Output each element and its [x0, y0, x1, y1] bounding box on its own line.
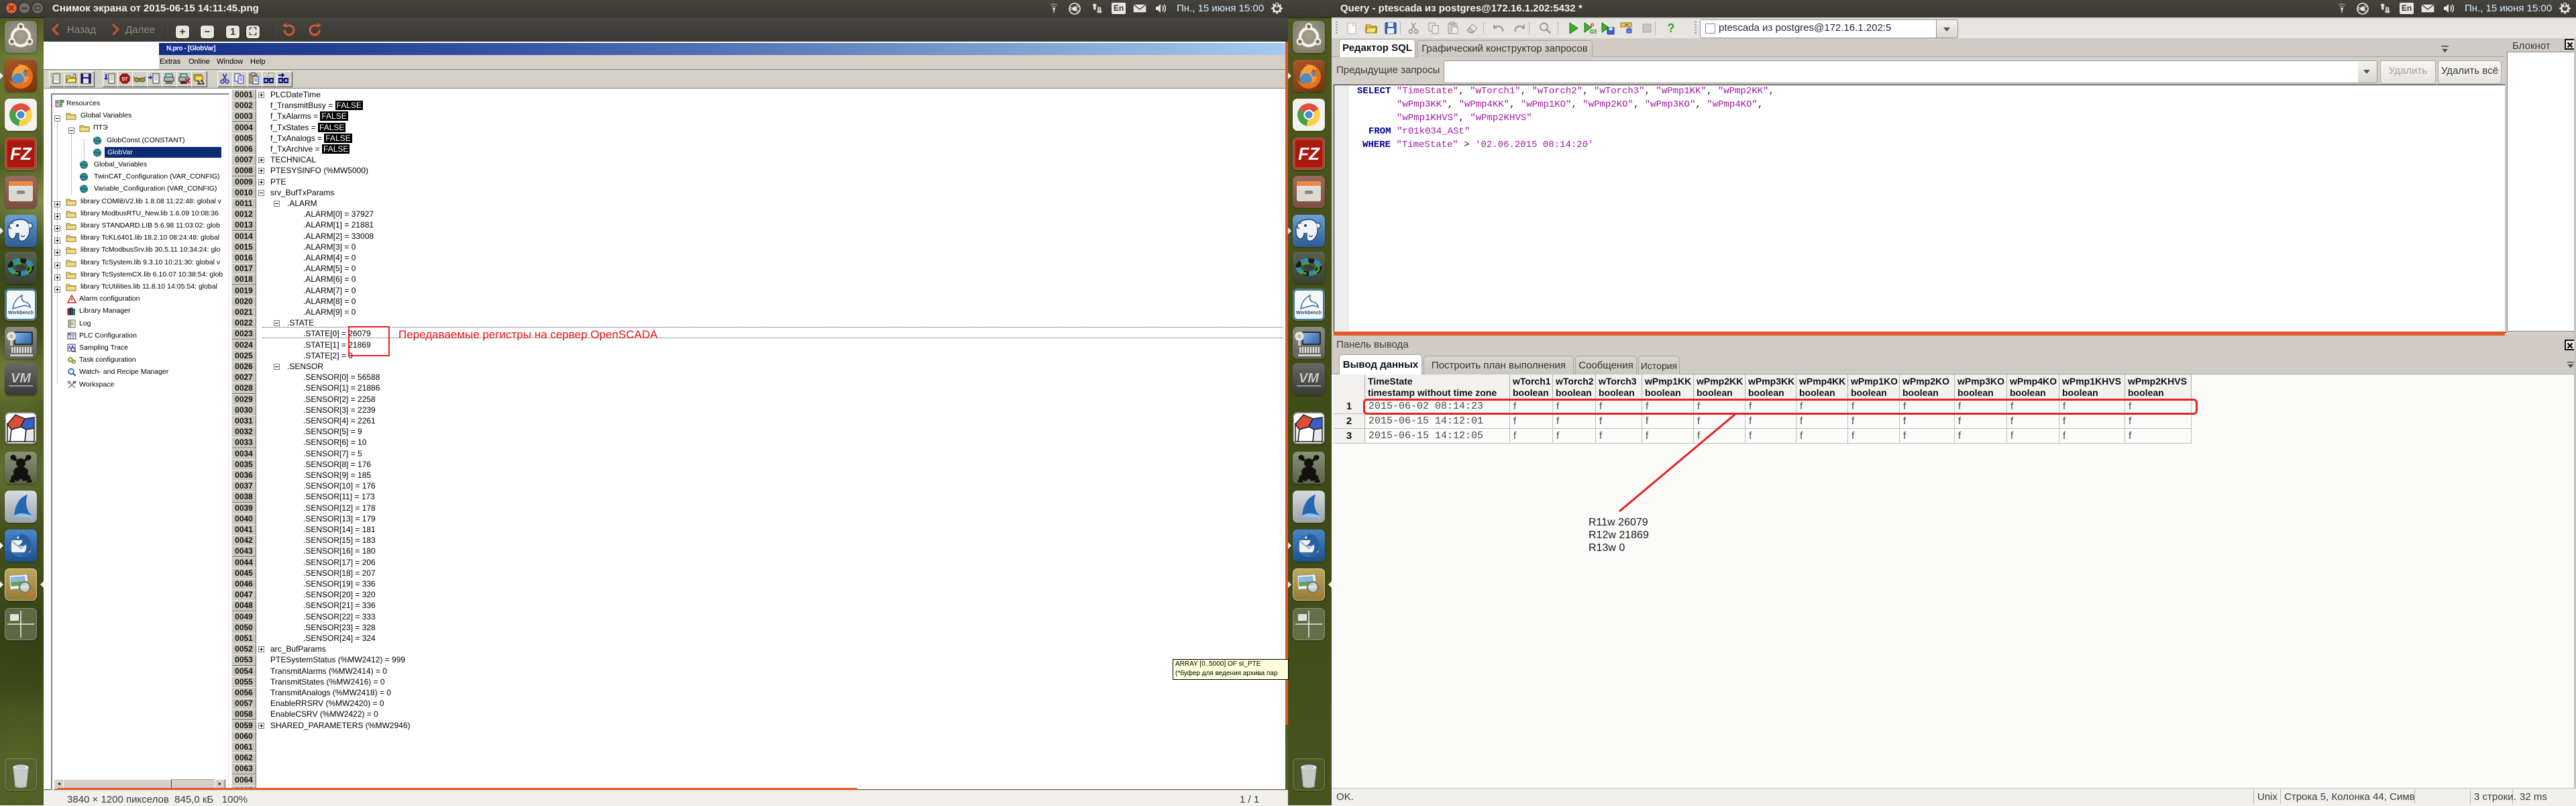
svg-text:?: ?	[1668, 21, 1675, 35]
svg-text:P: P	[1591, 23, 1595, 29]
svg-text:GS: GS	[1590, 29, 1597, 35]
svg-text:ST: ST	[122, 77, 129, 82]
